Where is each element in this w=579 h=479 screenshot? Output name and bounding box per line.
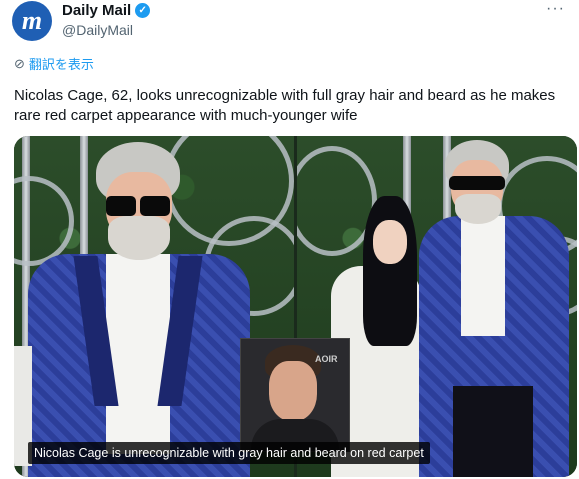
sunglasses bbox=[449, 176, 505, 190]
sunglasses bbox=[140, 196, 170, 216]
media-caption: Nicolas Cage is unrecognizable with gray… bbox=[28, 442, 430, 464]
man-shirt bbox=[106, 254, 170, 454]
woman-hair bbox=[363, 196, 417, 346]
more-options-icon[interactable]: ··· bbox=[546, 0, 565, 18]
man-trousers bbox=[453, 386, 533, 477]
translate-link[interactable]: ⊘ 翻訳を表示 bbox=[14, 54, 94, 73]
tweet-media[interactable]: AOIR Nicolas Cage is unrecognizable with… bbox=[14, 136, 577, 477]
tweet-text: Nicolas Cage, 62, looks unrecognizable w… bbox=[14, 87, 556, 124]
verified-badge-icon: ✓ bbox=[135, 3, 151, 18]
globe-icon: ⊘ bbox=[14, 55, 25, 71]
avatar-logo: m bbox=[21, 6, 43, 35]
sunglasses bbox=[106, 196, 136, 216]
man-shirt bbox=[461, 216, 505, 336]
woman-face bbox=[373, 220, 407, 264]
avatar[interactable]: m bbox=[12, 1, 52, 41]
man-beard bbox=[455, 194, 501, 224]
inset-closeup: AOIR bbox=[240, 338, 350, 452]
gate-swirl bbox=[14, 176, 74, 266]
handle[interactable]: @DailyMail bbox=[62, 22, 133, 38]
inset-face bbox=[269, 361, 317, 421]
display-name[interactable]: Daily Mail bbox=[62, 2, 131, 19]
translate-label: 翻訳を表示 bbox=[28, 57, 94, 72]
man-beard bbox=[108, 216, 170, 260]
author-name-row: Daily Mail ✓ bbox=[62, 2, 151, 19]
inset-backdrop-text: AOIR bbox=[315, 354, 338, 364]
